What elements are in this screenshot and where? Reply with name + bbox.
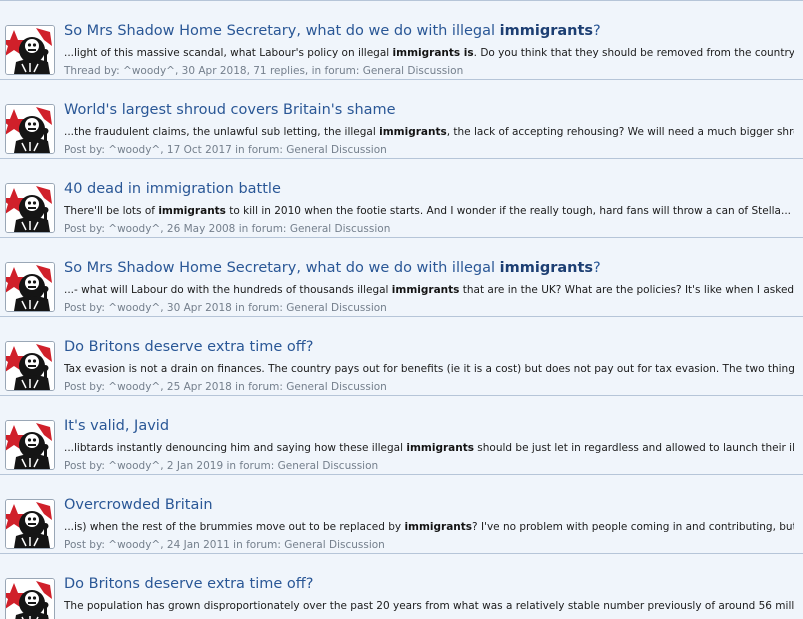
result-title-link[interactable]: World's largest shroud covers Britain's … [64,101,396,119]
author-link[interactable]: ^woody^ [108,223,160,235]
result-title-text: It's valid, Javid [64,418,170,434]
result-title-link[interactable]: So Mrs Shadow Home Secretary, what do we… [64,22,601,40]
user-avatar[interactable] [5,499,55,549]
search-result: So Mrs Shadow Home Secretary, what do we… [0,0,803,79]
search-result: 40 dead in immigration battle There'll b… [0,158,803,237]
result-title-link[interactable]: So Mrs Shadow Home Secretary, what do we… [64,259,601,277]
search-result: So Mrs Shadow Home Secretary, what do we… [0,237,803,316]
post-date: , 17 Oct 2017 in forum: [160,144,287,156]
search-term-highlight: immigrants is [392,47,474,59]
result-snippet: ...light of this massive scandal, what L… [64,47,794,59]
user-avatar[interactable] [5,578,55,619]
post-date: , 24 Jan 2011 in forum: [160,539,285,551]
result-title-text: Do Britons deserve extra time off? [64,576,314,592]
result-title-text: Do Britons deserve extra time off? [64,339,314,355]
forum-link[interactable]: General Discussion [278,460,379,472]
result-snippet: ...libtards instantly denouncing him and… [64,442,794,454]
author-link[interactable]: ^woody^ [108,302,160,314]
result-meta: Post by: ^woody^, 30 Apr 2018 in forum: … [64,302,387,314]
post-date: , 26 May 2008 in forum: [160,223,290,235]
anarchist-avatar-icon [6,421,54,469]
anarchist-avatar-icon [6,579,54,619]
result-title-text: 40 dead in immigration battle [64,181,281,197]
search-term-highlight: immigrants [404,521,473,533]
user-avatar[interactable] [5,262,55,312]
forum-link[interactable]: General Discussion [286,381,387,393]
post-date: , 25 Apr 2018 in forum: [160,381,287,393]
author-link[interactable]: ^woody^ [123,65,175,77]
result-title-text: So Mrs Shadow Home Secretary, what do we… [64,23,500,39]
result-title-suffix: ? [593,23,601,39]
result-snippet: Tax evasion is not a drain on finances. … [64,363,794,375]
forum-link[interactable]: General Discussion [363,65,464,77]
search-term-highlight: immigrants [406,442,474,454]
result-title-text: So Mrs Shadow Home Secretary, what do we… [64,260,500,276]
anarchist-avatar-icon [6,105,54,153]
result-meta: Post by: ^woody^, 25 Apr 2018 in forum: … [64,381,387,393]
author-link[interactable]: ^woody^ [108,539,160,551]
result-title-link[interactable]: 40 dead in immigration battle [64,180,281,198]
forum-link[interactable]: General Discussion [286,302,387,314]
user-avatar[interactable] [5,25,55,75]
result-title-link[interactable]: Overcrowded Britain [64,496,213,514]
anarchist-avatar-icon [6,500,54,548]
anarchist-avatar-icon [6,184,54,232]
result-snippet: There'll be lots of immigrants to kill i… [64,205,791,217]
anarchist-avatar-icon [6,263,54,311]
result-snippet: ...- what will Labour do with the hundre… [64,284,794,296]
user-avatar[interactable] [5,104,55,154]
result-title-suffix: ? [593,260,601,276]
user-avatar[interactable] [5,420,55,470]
result-title-text: Overcrowded Britain [64,497,213,513]
result-title-highlight: immigrants [499,260,594,276]
post-date: , 30 Apr 2018 in forum: [160,302,287,314]
forum-link[interactable]: General Discussion [290,223,391,235]
search-result: Overcrowded Britain ...is) when the rest… [0,474,803,553]
author-link[interactable]: ^woody^ [108,381,160,393]
search-results: So Mrs Shadow Home Secretary, what do we… [0,0,803,619]
post-date: , 2 Jan 2019 in forum: [160,460,278,472]
result-snippet: ...is) when the rest of the brummies mov… [64,521,794,533]
anarchist-avatar-icon [6,26,54,74]
result-meta: Post by: ^woody^, 24 Jan 2011 in forum: … [64,539,385,551]
forum-link[interactable]: General Discussion [286,144,387,156]
anarchist-avatar-icon [6,342,54,390]
result-title-link[interactable]: Do Britons deserve extra time off? [64,575,313,593]
result-meta: Post by: ^woody^, 26 May 2008 in forum: … [64,223,391,235]
user-avatar[interactable] [5,183,55,233]
author-link[interactable]: ^woody^ [108,144,160,156]
result-snippet: The population has grown disproportionat… [64,600,794,612]
search-term-highlight: immigrants [158,205,226,217]
result-title-highlight: immigrants [499,23,594,39]
post-date: , 30 Apr 2018, 71 replies, in forum: [174,65,363,77]
result-title-text: World's largest shroud covers Britain's … [64,102,396,118]
result-meta: Post by: ^woody^, 17 Oct 2017 in forum: … [64,144,387,156]
author-link[interactable]: ^woody^ [108,460,160,472]
user-avatar[interactable] [5,341,55,391]
search-result: Do Britons deserve extra time off? The p… [0,553,803,619]
search-result: Do Britons deserve extra time off? Tax e… [0,316,803,395]
result-title-link[interactable]: It's valid, Javid [64,417,169,435]
result-snippet: ...the fraudulent claims, the unlawful s… [64,126,794,138]
search-result: World's largest shroud covers Britain's … [0,79,803,158]
result-meta: Post by: ^woody^, 2 Jan 2019 in forum: G… [64,460,379,472]
search-result: It's valid, Javid ...libtards instantly … [0,395,803,474]
result-title-link[interactable]: Do Britons deserve extra time off? [64,338,313,356]
forum-link[interactable]: General Discussion [284,539,385,551]
search-term-highlight: immigrants [391,284,460,296]
result-meta: Thread by: ^woody^, 30 Apr 2018, 71 repl… [64,65,464,77]
search-term-highlight: immigrants [379,126,447,138]
